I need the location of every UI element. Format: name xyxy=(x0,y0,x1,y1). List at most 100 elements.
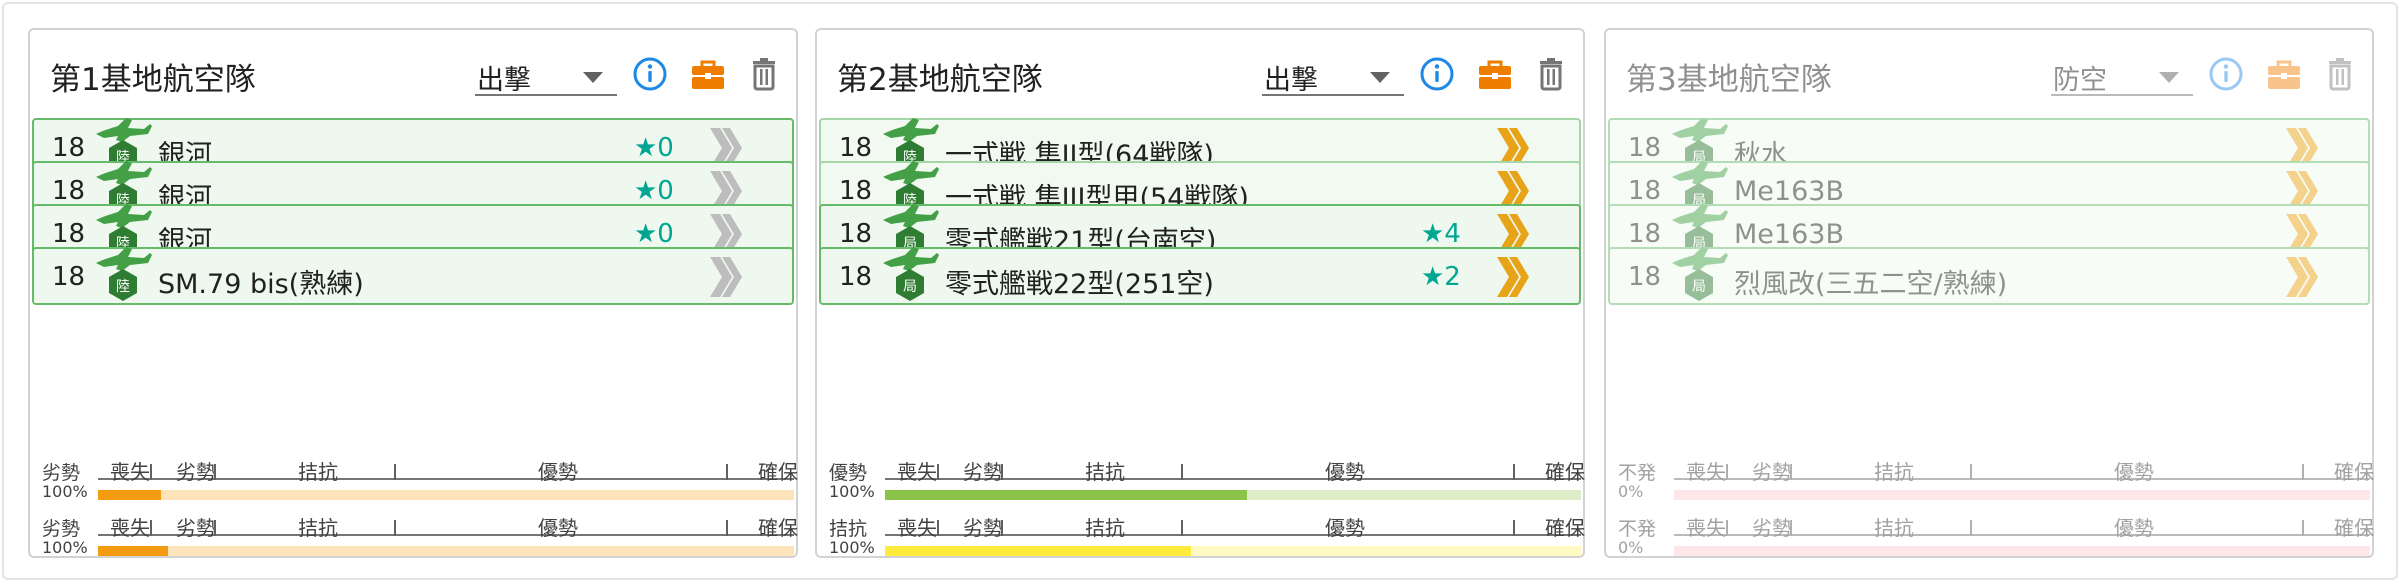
double-chevron-grey-icon xyxy=(710,257,742,297)
trash-icon xyxy=(753,58,775,91)
mode-select[interactable]: 出撃 xyxy=(1262,56,1404,96)
air-state-scale: 喪失 劣勢 拮抗 優勢 確保 xyxy=(1674,510,2374,540)
air-state-progress xyxy=(98,490,794,500)
double-chevron-gold-icon xyxy=(2286,257,2318,297)
scale-divider xyxy=(394,464,396,480)
mode-select-value: 防空 xyxy=(2053,65,2107,96)
air-state-row-2: 不発 0% 喪失 劣勢 拮抗 優勢 確保 xyxy=(1606,504,2374,560)
briefcase-button[interactable] xyxy=(1475,54,1515,94)
briefcase-button[interactable] xyxy=(688,54,728,94)
base-air-corps-app: 第1基地航空隊 出撃 制空: 48 ( 12 | 12 | 12 | 12 ) … xyxy=(2,2,2398,580)
air-state-percent: 100% xyxy=(42,538,88,557)
slot-aircraft-count: 18 xyxy=(52,262,86,292)
slot-aircraft-count: 18 xyxy=(839,262,873,292)
info-button[interactable] xyxy=(1417,54,1457,94)
slot-proficiency: ★0 xyxy=(634,176,674,206)
air-state-label: 劣勢 xyxy=(963,516,1003,540)
panel-title: 第2基地航空隊 xyxy=(837,62,1043,98)
scale-divider xyxy=(1970,520,1972,536)
slot-proficiency: ★4 xyxy=(1421,219,1461,249)
equipment-slot-4[interactable]: 18 局 烈風改(三五二空/熟練) xyxy=(1608,247,2370,305)
air-state-label: 喪失 xyxy=(897,516,937,540)
scale-divider xyxy=(1513,464,1515,480)
air-state-status: 劣勢 xyxy=(42,518,81,540)
briefcase-icon xyxy=(1479,60,1511,89)
slot-aircraft-count: 18 xyxy=(839,133,873,163)
delete-button[interactable] xyxy=(744,54,784,94)
scale-divider xyxy=(1726,520,1728,536)
air-state-percent: 0% xyxy=(1618,482,1644,501)
scale-divider xyxy=(1181,520,1183,536)
info-button[interactable] xyxy=(630,54,670,94)
slot-equipment-name: SM.79 bis(熟練) xyxy=(158,269,364,300)
briefcase-icon xyxy=(2268,60,2300,89)
air-state-label: 確保 xyxy=(1545,516,1585,540)
air-state-row-2: 拮抗 100% 喪失 劣勢 拮抗 優勢 確保 xyxy=(817,504,1585,560)
delete-button[interactable] xyxy=(2320,54,2360,94)
info-icon xyxy=(2209,57,2243,91)
scale-divider xyxy=(1513,520,1515,536)
svg-text:局: 局 xyxy=(1692,279,1706,295)
scale-divider xyxy=(150,520,152,536)
air-base-panel-3: 第3基地航空隊 防空 制空: 193 ( 37 | 33 | 33 | 90 )… xyxy=(1604,28,2374,558)
scale-divider xyxy=(1001,520,1003,536)
slot-equipment-name: Me163B xyxy=(1734,219,1844,250)
equipment-slot-4[interactable]: 18 局 零式艦戦22型(251空) ★2 xyxy=(819,247,1581,305)
air-state-progress-fill xyxy=(885,490,1247,500)
air-state-label: 確保 xyxy=(758,460,798,484)
info-button[interactable] xyxy=(2206,54,2246,94)
trash-icon xyxy=(1540,58,1562,91)
slot-equipment-name: Me163B xyxy=(1734,176,1844,207)
panel-title: 第1基地航空隊 xyxy=(50,62,256,98)
air-state-bars: 優勢 100% 喪失 劣勢 拮抗 優勢 確保 拮抗 100% 喪失 劣勢 拮抗 優勢 確保 xyxy=(817,448,1585,560)
scale-divider xyxy=(937,520,939,536)
air-state-progress-fill xyxy=(98,546,168,556)
air-state-label: 拮抗 xyxy=(1085,460,1125,484)
scale-divider xyxy=(2302,520,2304,536)
air-state-label: 喪失 xyxy=(897,460,937,484)
slot-aircraft-count: 18 xyxy=(1628,219,1662,249)
scale-divider xyxy=(394,520,396,536)
scale-divider xyxy=(1970,464,1972,480)
air-state-label: 優勢 xyxy=(1325,460,1365,484)
air-state-label: 劣勢 xyxy=(963,460,1003,484)
mode-select[interactable]: 出撃 xyxy=(475,56,617,96)
svg-text:局: 局 xyxy=(903,279,917,295)
svg-text:陸: 陸 xyxy=(116,279,130,295)
panel-title: 第3基地航空隊 xyxy=(1626,62,1832,98)
slot-aircraft-count: 18 xyxy=(839,219,873,249)
air-state-label: 喪失 xyxy=(1686,516,1726,540)
air-state-scale: 喪失 劣勢 拮抗 優勢 確保 xyxy=(98,510,798,540)
air-state-progress-fill xyxy=(885,546,1192,556)
slot-proficiency: ★2 xyxy=(1421,262,1461,292)
air-state-status: 劣勢 xyxy=(42,462,81,484)
air-state-label: 優勢 xyxy=(2114,516,2154,540)
air-state-label: 拮抗 xyxy=(1874,460,1914,484)
air-state-progress xyxy=(1674,546,2370,556)
air-state-percent: 100% xyxy=(42,482,88,501)
air-state-label: 優勢 xyxy=(538,460,578,484)
air-state-label: 喪失 xyxy=(1686,460,1726,484)
air-state-row-1: 劣勢 100% 喪失 劣勢 拮抗 優勢 確保 xyxy=(30,448,798,504)
air-state-scale: 喪失 劣勢 拮抗 優勢 確保 xyxy=(1674,454,2374,484)
double-chevron-gold-icon xyxy=(1497,257,1529,297)
mode-select[interactable]: 防空 xyxy=(2051,56,2193,96)
air-state-label: 優勢 xyxy=(538,516,578,540)
air-state-bars: 不発 0% 喪失 劣勢 拮抗 優勢 確保 不発 0% 喪失 劣勢 拮抗 優勢 確保 xyxy=(1606,448,2374,560)
air-state-label: 拮抗 xyxy=(1874,516,1914,540)
air-state-status: 不発 xyxy=(1618,462,1657,484)
air-state-progress-fill xyxy=(98,490,161,500)
slot-proficiency: ★0 xyxy=(634,219,674,249)
slot-equipment-name: 烈風改(三五二空/熟練) xyxy=(1734,269,2008,300)
slot-aircraft-count: 18 xyxy=(1628,133,1662,163)
chevron-down-icon xyxy=(1370,72,1390,83)
air-state-label: 優勢 xyxy=(1325,516,1365,540)
trash-icon xyxy=(2329,58,2351,91)
air-state-progress xyxy=(98,546,794,556)
delete-button[interactable] xyxy=(1531,54,1571,94)
air-state-label: 喪失 xyxy=(110,460,150,484)
chevron-down-icon xyxy=(583,72,603,83)
air-state-progress xyxy=(885,490,1581,500)
equipment-slot-4[interactable]: 18 陸 SM.79 bis(熟練) xyxy=(32,247,794,305)
briefcase-button[interactable] xyxy=(2264,54,2304,94)
